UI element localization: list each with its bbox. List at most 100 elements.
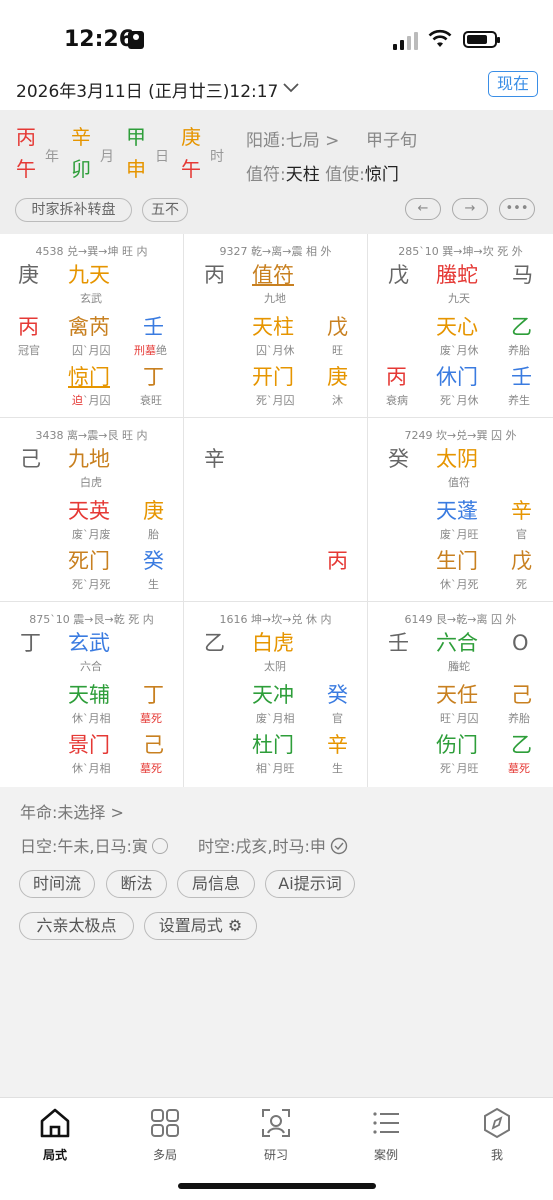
earth-stem: 己 (20, 447, 41, 471)
person-icon (128, 31, 144, 49)
method-button[interactable]: 断法 (106, 870, 167, 898)
palace-xun[interactable]: 4538 兑→巽→坤 旺 内 庚 九天 玄武 丙 冠官 禽芮 囚`月囚 壬 刑墓… (0, 234, 184, 418)
god-sub: 六合 (80, 660, 102, 673)
palace-qian[interactable]: 6149 艮→乾→离 囚 外 壬 六合 螣蛇 O 天任 旺`月囚 己 养胎 伤门… (368, 602, 553, 787)
god-sub: 白虎 (80, 476, 102, 489)
palace-header: 1616 坤→坎→兑 休 内 (219, 613, 332, 626)
heaven-stem-sub: 养胎 (508, 344, 530, 357)
next-button[interactable]: → (452, 198, 488, 220)
timeline-button[interactable]: 时间流 (19, 870, 95, 898)
star: 禽芮 (68, 315, 110, 339)
hidden-stem: 戊 (511, 549, 532, 573)
star-sub: 废`月相 (256, 712, 295, 725)
home-indicator[interactable] (178, 1183, 376, 1189)
month-label: 月 (100, 149, 114, 165)
date-selector[interactable]: 2026年3月11日 (正月廿三)12:17 (16, 77, 278, 102)
heaven-stem: 壬 (143, 315, 164, 339)
stem-left: 丙 (386, 365, 407, 389)
ai-prompt-button[interactable]: Ai提示词 (265, 870, 355, 898)
palace-kun[interactable]: 285`10 巽→坤→坎 死 外 戊 螣蛇 九天 马 天心 废`月休 乙 养胎 … (368, 234, 553, 418)
palace-zhen[interactable]: 3438 离→震→艮 旺 内 己 九地 白虎 天英 废`月废 庚 胎 死门 死`… (0, 418, 184, 602)
liuqin-button[interactable]: 六亲太极点 (19, 912, 134, 940)
wubu-tag[interactable]: 五不 (142, 198, 188, 222)
door-sub: 死`月休 (440, 394, 479, 407)
horse-marker: 马 (512, 263, 533, 287)
god-sub: 螣蛇 (448, 660, 470, 673)
star: 天冲 (252, 683, 294, 707)
door: 开门 (252, 365, 294, 389)
earth-stem: 戊 (388, 263, 409, 287)
chaibu-tag[interactable]: 时家拆补转盘 (15, 198, 132, 222)
earth-stem: 壬 (388, 631, 409, 655)
qimen-grid: 4538 兑→巽→坤 旺 内 庚 九天 玄武 丙 冠官 禽芮 囚`月囚 壬 刑墓… (0, 234, 553, 787)
god: 九天 (68, 263, 110, 287)
tab-me[interactable]: 我 (442, 1106, 552, 1166)
shikong-text: 时空:戌亥,时马:申 (198, 837, 326, 856)
settings-button[interactable]: 设置局式 ⚙ (144, 912, 257, 940)
god-sub: 九地 (264, 292, 286, 305)
heaven-stem-sub: 养胎 (508, 712, 530, 725)
heaven-stem: 辛 (511, 499, 532, 523)
tab-duoju[interactable]: 多局 (110, 1106, 220, 1166)
palace-header: 875`10 震→艮→乾 死 内 (29, 613, 154, 626)
hidden-stem-sub: 沐 (332, 394, 343, 407)
wifi-icon (428, 29, 452, 47)
month-branch: 卯 (71, 157, 91, 181)
door: 伤门 (436, 733, 478, 757)
palace-header: 7249 坎→兑→巽 囚 外 (404, 429, 517, 442)
earth-stem: 癸 (388, 447, 409, 471)
hidden-stem-sub: 墓死 (508, 762, 530, 775)
door: 惊门 (68, 365, 110, 389)
now-button[interactable]: 现在 (488, 71, 538, 97)
palace-header: 6149 艮→乾→离 囚 外 (404, 613, 517, 626)
god: 九地 (68, 447, 110, 471)
battery-icon (463, 31, 500, 48)
compass-icon (484, 1107, 510, 1139)
check-circle-icon[interactable] (330, 837, 348, 855)
grid-icon (151, 1109, 179, 1137)
nianming-selector[interactable]: 年命:未选择 > (20, 799, 124, 823)
palace-center[interactable]: 辛 丙 (184, 418, 368, 602)
stem-left-sub: 衰病 (386, 394, 408, 407)
year-branch: 午 (16, 157, 36, 181)
god: 六合 (436, 631, 478, 655)
hidden-stem: 己 (143, 733, 164, 757)
palace-kan[interactable]: 1616 坤→坎→兑 休 内 乙 白虎 太阴 天冲 废`月相 癸 官 杜门 相`… (184, 602, 368, 787)
chevron-down-icon[interactable] (281, 78, 301, 98)
star-sub: 囚`月囚 (72, 344, 111, 357)
status-bar: 12:26 (0, 0, 553, 70)
prev-button[interactable]: ← (405, 198, 441, 220)
hidden-stem: 丙 (327, 549, 348, 573)
day-branch: 申 (126, 157, 146, 181)
ju-selector[interactable]: 阳遁:七局 > (246, 126, 339, 151)
year-label: 年 (45, 149, 59, 165)
palace-li[interactable]: 9327 乾→离→震 相 外 丙 值符 九地 天柱 囚`月休 戊 旺 开门 死`… (184, 234, 368, 418)
ju-info-button[interactable]: 局信息 (177, 870, 255, 898)
more-button[interactable]: ••• (499, 198, 535, 220)
palace-gen[interactable]: 875`10 震→艮→乾 死 内 丁 玄武 六合 天辅 休`月相 丁 墓死 景门… (0, 602, 184, 787)
date-bar: 2026年3月11日 (正月廿三)12:17 (0, 70, 553, 110)
radio-icon[interactable] (151, 838, 168, 854)
heaven-stem: 庚 (143, 499, 164, 523)
rikong-row[interactable]: 日空:午未,日马:寅 (20, 833, 168, 857)
tab-anli[interactable]: 案例 (331, 1106, 441, 1166)
signal-icon (393, 30, 419, 50)
palace-dui[interactable]: 7249 坎→兑→巽 囚 外 癸 太阴 值符 天蓬 废`月旺 辛 官 生门 休`… (368, 418, 553, 602)
hour-label: 时 (210, 149, 224, 165)
star: 天英 (68, 499, 110, 523)
tab-jushi[interactable]: 局式 (0, 1106, 110, 1166)
door: 生门 (436, 549, 478, 573)
hidden-stem: 丁 (143, 365, 164, 389)
hidden-stem: 庚 (327, 365, 348, 389)
tab-yanxi[interactable]: 研习 (221, 1106, 331, 1166)
door-sub: 死`月死 (72, 578, 111, 591)
hidden-stem-sub: 生 (148, 578, 159, 591)
heaven-stem-sub: 刑墓绝 (134, 344, 167, 357)
bottom-info-panel: 年命:未选择 > 日空:午未,日马:寅 时空:戌亥,时马:申 时间流 断法 局信… (0, 787, 553, 1097)
shikong-row[interactable]: 时空:戌亥,时马:申 (198, 833, 348, 857)
star-sub: 休`月相 (72, 712, 111, 725)
earth-stem: 丙 (204, 263, 225, 287)
heaven-stem-sub: 官 (332, 712, 343, 725)
hidden-stem: 辛 (327, 733, 348, 757)
day-stem: 甲 (126, 125, 146, 149)
